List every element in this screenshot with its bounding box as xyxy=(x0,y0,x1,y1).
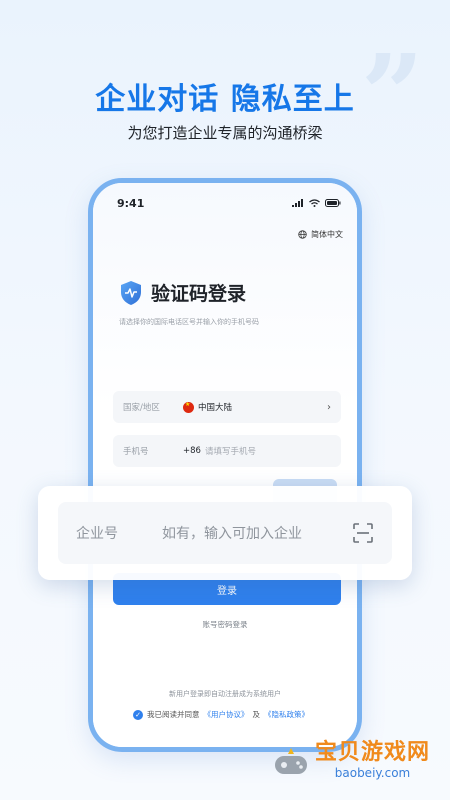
phone-screen: 9:41 简体中文 验证码登录 请选择你的国际电话区号并输入你的手机号码 国家/… xyxy=(93,183,357,747)
password-login-link[interactable]: 账号密码登录 xyxy=(93,619,357,630)
page-title: 验证码登录 xyxy=(151,283,247,305)
auto-register-note: 新用户登录即自动注册成为系统用户 xyxy=(169,690,281,698)
watermark-url: baobeiy.com xyxy=(334,766,411,780)
signal-icon xyxy=(292,199,303,207)
chevron-right-icon: › xyxy=(327,401,331,413)
enterprise-field[interactable]: 企业号 如有，输入可加入企业 xyxy=(58,502,392,564)
phone-placeholder: 请填写手机号 xyxy=(204,447,256,457)
enterprise-placeholder: 如有，输入可加入企业 xyxy=(162,526,302,542)
agreement-prefix: 我已阅读并同意 xyxy=(147,710,200,719)
title-row: 验证码登录 xyxy=(119,279,246,306)
china-flag-icon xyxy=(183,401,194,413)
hero-title: 企业对话 隐私至上 xyxy=(95,82,355,117)
phone-field[interactable]: 手机号 +86 请填写手机号 xyxy=(113,435,341,467)
language-switch[interactable]: 简体中文 xyxy=(298,229,343,240)
agreement-and: 及 xyxy=(252,710,261,719)
scan-icon[interactable] xyxy=(352,522,374,544)
phone-mockup: 9:41 简体中文 验证码登录 请选择你的国际电话区号并输入你的手机号码 国家/… xyxy=(88,178,362,752)
enterprise-label: 企业号 xyxy=(76,526,118,542)
enterprise-card: 企业号 如有，输入可加入企业 xyxy=(38,486,412,580)
phone-label: 手机号 xyxy=(123,447,149,457)
agreement-checkbox[interactable]: ✓ xyxy=(133,709,143,720)
shield-icon xyxy=(121,280,141,305)
gamepad-icon xyxy=(274,748,307,774)
watermark-title: 宝贝游戏网 xyxy=(314,740,430,765)
region-value: 中国大陆 xyxy=(183,401,327,413)
user-agreement-link[interactable]: 《用户协议》 xyxy=(204,709,249,720)
privacy-policy-link[interactable]: 《隐私政策》 xyxy=(264,709,309,720)
region-select[interactable]: 国家/地区 中国大陆 › xyxy=(113,391,341,423)
watermark-text: 宝贝游戏网 baobeiy.com xyxy=(315,734,430,780)
language-label: 简体中文 xyxy=(311,230,343,239)
dial-code[interactable]: +86 xyxy=(183,446,201,456)
status-icons xyxy=(292,199,341,207)
battery-icon xyxy=(325,199,341,207)
status-bar: 9:41 xyxy=(93,197,357,213)
page-hint: 请选择你的国际电话区号并输入你的手机号码 xyxy=(119,318,259,326)
wifi-icon xyxy=(309,199,320,207)
status-time: 9:41 xyxy=(117,197,145,210)
region-name: 中国大陆 xyxy=(198,403,233,413)
region-label: 国家/地区 xyxy=(123,403,160,413)
agreement-row: ✓ 我已阅读并同意 《用户协议》 及 《隐私政策》 xyxy=(133,709,309,720)
hero-subtitle: 为您打造企业专属的沟通桥梁 xyxy=(127,124,323,142)
globe-icon xyxy=(298,230,307,239)
watermark: 宝贝游戏网 baobeiy.com xyxy=(271,734,430,780)
